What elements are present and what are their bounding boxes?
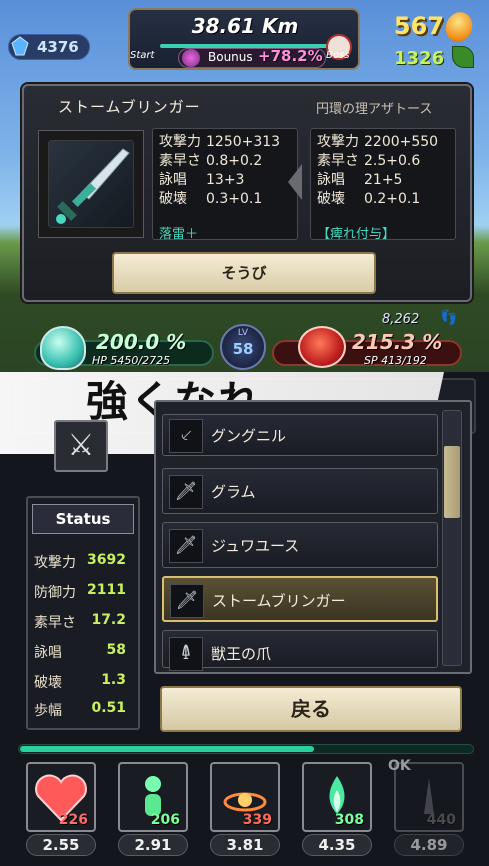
compare-stats-box: 攻撃力 2200+550 素早さ 2.5+0.6 詠唱 21+5 破壊 0.2+0.1 …: [310, 128, 456, 242]
sword-category-icon[interactable]: ⚔: [54, 420, 108, 472]
skill-count: 440: [426, 812, 456, 828]
weapon-item-gram[interactable]: 🗡 グラム: [162, 468, 438, 514]
hp-values: HP 5450/2725: [92, 354, 171, 367]
bonus-label: Bounus: [208, 50, 253, 64]
current-stats-box: 攻撃力 1250+313 素早さ 0.8+0.2 詠唱 13+3 破壊 0.3+0.1 …: [152, 128, 298, 242]
crystal-heart-icon: [40, 326, 86, 370]
weapon-item-gungnir[interactable]: ⸔ グングニル: [162, 414, 438, 456]
skill-slot-2[interactable]: 206: [118, 762, 188, 832]
status-row: 詠唱 58: [34, 642, 126, 661]
meat-icon: [298, 326, 346, 368]
skill-slot-4[interactable]: 308: [302, 762, 372, 832]
weapon-item-beast-claw[interactable]: 𐃉 獣王の爪: [162, 630, 438, 671]
footprint-icon: 👣: [440, 310, 458, 326]
status-row: 歩幅 0.51: [34, 700, 126, 719]
exp-fill: [20, 746, 314, 752]
boss-label: Boss: [326, 50, 350, 61]
skill-count: 226: [58, 812, 88, 828]
skill-value: 2.91: [118, 834, 188, 856]
back-button[interactable]: 戻る: [160, 686, 462, 732]
stat-row: 破壊 0.2+0.1: [317, 191, 421, 207]
current-effect: 落雷＋: [159, 227, 199, 242]
weapon-item-stormbringer[interactable]: 🗡 ストームブリンガー: [162, 576, 438, 622]
claw-icon: 𐃉: [169, 637, 203, 671]
ok-label: OK: [388, 758, 411, 774]
start-label: Start: [130, 50, 155, 61]
stat-row: 攻撃力 2200+550: [317, 134, 439, 150]
sword-icon: 🗡: [169, 529, 203, 563]
gem-icon: [10, 36, 30, 56]
stat-row: 素早さ 2.5+0.6: [317, 153, 421, 169]
skill-value: 4.89: [394, 834, 464, 856]
compare-effect: 【痺れ付与】: [317, 227, 396, 242]
skill-value: 4.35: [302, 834, 372, 856]
skill-slot-1[interactable]: 226: [26, 762, 96, 832]
sword-icon: 🗡: [169, 475, 203, 509]
sword-icon: 🗡: [170, 584, 204, 618]
scroll-thumb[interactable]: [444, 446, 460, 518]
stat-row: 素早さ 0.8+0.2: [159, 153, 263, 169]
status-row: 破壊 1.3: [34, 672, 126, 691]
compare-item-name: 円環の理アザトース: [316, 102, 433, 117]
item-name: ストームブリンガー: [58, 98, 201, 116]
status-title: Status: [32, 504, 134, 534]
distance-value: 38.61 Km: [191, 14, 299, 38]
coin-count: 567: [393, 12, 444, 40]
skill-value: 2.55: [26, 834, 96, 856]
leaf-count: 1326: [394, 48, 445, 69]
leaf-icon: [452, 46, 474, 68]
skill-count: 206: [150, 812, 180, 828]
level-label: LV: [237, 328, 249, 338]
skill-slot-3[interactable]: 339: [210, 762, 280, 832]
stat-row: 詠唱 13+3: [159, 172, 245, 188]
compare-arrow-icon: [288, 164, 302, 200]
status-row: 攻撃力 3692: [34, 552, 126, 571]
stat-row: 破壊 0.3+0.1: [159, 191, 263, 207]
status-row: 防御力 2111: [34, 582, 126, 601]
stat-row: 攻撃力 1250+313: [159, 134, 281, 150]
stat-row: 詠唱 21+5: [317, 172, 403, 188]
spear-icon: ⸔: [169, 419, 203, 453]
step-count: 8,262: [382, 312, 420, 327]
skill-count: 339: [242, 812, 272, 828]
sword-icon: [48, 140, 134, 228]
level-value: 58: [232, 340, 254, 358]
bonus-value: +78.2%: [258, 47, 323, 65]
gem-count-value: 4376: [37, 38, 79, 56]
status-row: 素早さ 17.2: [34, 612, 126, 631]
equip-button[interactable]: そうび: [112, 252, 376, 294]
sp-percent: 215.3 %: [352, 330, 443, 354]
skill-count: 308: [334, 812, 364, 828]
sp-values: SP 413/192: [364, 354, 427, 367]
skill-value: 3.81: [210, 834, 280, 856]
hp-percent: 200.0 %: [96, 330, 187, 354]
bonus-orb-icon: [182, 49, 200, 67]
weapon-item-joyeuse[interactable]: 🗡 ジュワユース: [162, 522, 438, 568]
